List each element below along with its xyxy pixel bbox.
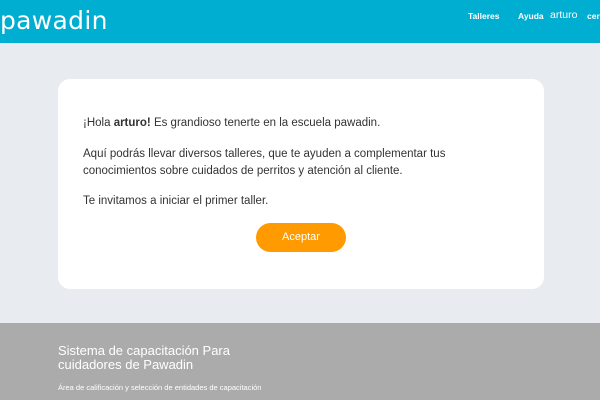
greeting-prefix: ¡Hola <box>83 117 114 129</box>
welcome-greeting: ¡Hola arturo! Es grandioso tenerte en la… <box>83 117 380 129</box>
top-header: pawadin Talleres Ayuda arturo cer <box>0 0 600 43</box>
nav-help-link[interactable]: Ayuda <box>518 11 544 21</box>
welcome-paragraph-line-1: Aquí podrás llevar diversos talleres, qu… <box>83 148 446 160</box>
accept-button[interactable]: Aceptar <box>256 223 346 252</box>
page-footer: Sistema de capacitación Para cuidadores … <box>0 323 600 400</box>
footer-title: Sistema de capacitación Para cuidadores … <box>58 343 230 372</box>
welcome-card <box>58 79 544 289</box>
nav-workshops-link[interactable]: Talleres <box>468 11 500 21</box>
greeting-user-name: arturo! <box>113 117 151 129</box>
nav-user-menu[interactable]: arturo <box>550 9 577 21</box>
nav-cut-item[interactable]: cer <box>587 11 600 21</box>
welcome-invite: Te invitamos a iniciar el primer taller. <box>83 195 269 207</box>
greeting-suffix: Es grandioso tenerte en la escuela pawad… <box>150 117 381 129</box>
pawadin-logo[interactable]: pawadin <box>0 6 108 35</box>
footer-subtitle: Área de calificación y selección de enti… <box>58 383 262 392</box>
welcome-paragraph-line-2: conocimientos sobre cuidados de perritos… <box>83 165 403 177</box>
